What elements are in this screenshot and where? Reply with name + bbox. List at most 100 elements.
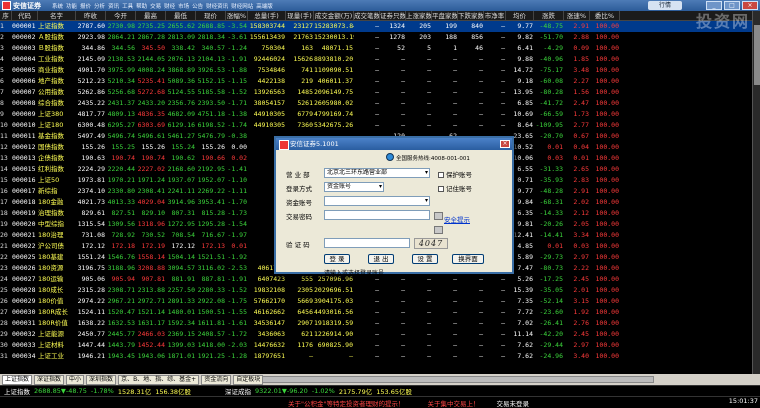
column-header[interactable]: 名字	[38, 11, 76, 20]
board-tab[interactable]: 深圳指数	[86, 374, 117, 385]
table-cell: 172.18	[111, 242, 135, 250]
table-cell: 1937.07	[167, 176, 195, 184]
menu-item[interactable]: 功能	[66, 2, 77, 10]
board-tab[interactable]: 资金流向	[201, 374, 232, 385]
column-header[interactable]: 证券只数	[380, 11, 406, 20]
column-header[interactable]: 涨跌	[534, 11, 564, 20]
login-mode-select[interactable]: 资金账号	[324, 182, 384, 192]
dialog-close-button[interactable]: ×	[500, 140, 510, 148]
login-button[interactable]: 登 录	[324, 254, 350, 264]
table-cell: 2305	[297, 286, 313, 294]
column-header[interactable]: 市净率	[484, 11, 506, 20]
menu-item[interactable]: 高端版	[256, 2, 273, 10]
vertical-scrollbar[interactable]	[752, 11, 760, 374]
table-row[interactable]: 5 000005 商业指数 4901.70 3975.99 4008.24 3868.89 3…	[0, 65, 752, 76]
table-row[interactable]: 31 000034 上证工业 1946.21 1943.45 1943.06 1871.01…	[0, 351, 752, 362]
soft-keyboard-icon[interactable]	[434, 212, 443, 220]
menu-item[interactable]: 工具	[122, 2, 133, 10]
column-header[interactable]: 序	[0, 11, 12, 20]
table-cell: -20.26	[539, 220, 563, 228]
table-cell: 000012	[12, 143, 36, 151]
menu-item[interactable]: 系统	[52, 2, 63, 10]
column-header[interactable]: 涨幅%	[226, 11, 248, 20]
table-row[interactable]: 1 000001 上证指数 2787.60 2730.98 2735.25 2655.62 2…	[0, 21, 752, 32]
table-cell: 1.92	[573, 308, 589, 316]
menu-item[interactable]: 公告	[192, 2, 203, 10]
table-cell: 1480.01	[167, 308, 195, 316]
column-header[interactable]: 今开	[106, 11, 136, 20]
menu-item[interactable]: 报价	[80, 2, 91, 10]
menu-item[interactable]: 财经	[164, 2, 175, 10]
board-tab[interactable]: 京、B、地、指、综、基金+	[118, 374, 200, 385]
menu-item[interactable]: 帮助	[136, 2, 147, 10]
branch-select[interactable]: 北京北三环东路营业部	[324, 168, 430, 178]
table-row[interactable]: 4 000004 工业指数 2145.09 2138.53 2144.05 2076.13 2…	[0, 54, 752, 65]
table-row[interactable]: 6 000006 地产指数 5212.23 5210.34 5235.41 5089.36 5…	[0, 76, 752, 87]
table-cell: 2445.77	[107, 330, 135, 338]
table-row[interactable]: 25 000028 180成长 2315.28 2308.71 2313.88 2257.5…	[0, 285, 752, 296]
table-row[interactable]: 26 000029 180价值 2974.22 2967.21 2972.71 2891.3…	[0, 296, 752, 307]
menu-item[interactable]: 财经网站	[231, 2, 253, 10]
table-cell: -1.73	[227, 209, 247, 217]
column-header[interactable]: 最高	[136, 11, 166, 20]
table-row[interactable]: 7 000007 公用指数 5262.86 5256.68 5272.68 5124.55 5…	[0, 87, 752, 98]
table-row[interactable]: 27 000030 180R成长 1524.11 1520.47 1521.14 1480.…	[0, 307, 752, 318]
menu-item[interactable]: 交易	[150, 2, 161, 10]
column-header[interactable]: 总量(手)	[248, 11, 286, 20]
column-header[interactable]: 代码	[12, 11, 38, 20]
table-row[interactable]: 3 000003 Ｂ股指数 344.86 344.56 345.50 338.42 340.5…	[0, 43, 752, 54]
exit-button[interactable]: 退 出	[368, 254, 394, 264]
table-cell: -52.14	[539, 297, 563, 305]
news-ticker-2[interactable]: 关于集中交易上！	[424, 398, 479, 408]
table-cell: —	[427, 275, 431, 283]
board-tab[interactable]: 深证指数	[34, 374, 65, 385]
column-header[interactable]: 均价	[506, 11, 534, 20]
table-cell: 0.09	[573, 44, 589, 52]
news-ticker[interactable]: 关于"公积金"等特定投资者理财的提示！	[285, 398, 404, 408]
table-row[interactable]: 28 000031 180R价值 1638.22 1632.53 1631.17 1592.…	[0, 318, 752, 329]
account-input[interactable]	[324, 196, 430, 206]
board-tab[interactable]: 中小	[66, 374, 85, 385]
column-header[interactable]: 委比%	[590, 11, 620, 20]
table-row[interactable]: 9 000009 上证380 4817.77 4809.13 4836.35 4682.09…	[0, 109, 752, 120]
switch-ui-button[interactable]: 换界面	[452, 254, 484, 264]
column-header[interactable]: 最低	[166, 11, 196, 20]
security-tips-link[interactable]: 安全提示	[444, 214, 470, 224]
table-row[interactable]: 30 000033 上证材料 1447.44 1443.79 1452.44 1399.03…	[0, 340, 752, 351]
settings-button[interactable]: 设 置	[412, 254, 438, 264]
table-cell: 38054157	[253, 99, 285, 107]
menu-item[interactable]: 财经资讯	[206, 2, 228, 10]
table-row[interactable]: 10 000010 上证180 6300.48 6295.27 6303.69 6129.1…	[0, 120, 752, 131]
table-cell: —	[401, 341, 405, 349]
menu-item[interactable]: 市场	[178, 2, 189, 10]
scrollbar-thumb[interactable]	[754, 25, 760, 85]
column-header[interactable]: 现量(手)	[286, 11, 314, 20]
board-tab[interactable]: 自定板块	[233, 374, 264, 385]
table-row[interactable]: 8 000008 综合指数 2435.22 2431.37 2433.20 2356.76 2…	[0, 98, 752, 109]
keyboard-icon-2[interactable]	[434, 226, 443, 234]
captcha-image[interactable]: 4047	[414, 238, 448, 249]
captcha-input[interactable]	[324, 238, 410, 248]
column-header[interactable]: 涨速%	[564, 11, 590, 20]
column-header[interactable]: 现价	[196, 11, 226, 20]
column-header[interactable]: 成交金额(万)	[314, 11, 354, 20]
table-cell: 22	[0, 253, 8, 261]
table-row[interactable]: 29 000032 上证能源 2450.77 2445.77 2466.03 2369.15…	[0, 329, 752, 340]
table-cell: 000005	[12, 66, 36, 74]
board-tab[interactable]: 上证指数	[2, 374, 33, 385]
password-input[interactable]	[324, 210, 430, 220]
menu-item[interactable]: 分析	[94, 2, 105, 10]
column-header[interactable]: 平盘家数	[432, 11, 458, 20]
column-header[interactable]: 成交笔数	[354, 11, 380, 20]
remember-account-checkbox[interactable]: 记住账号	[438, 183, 472, 193]
table-header: 序代码 名字 昨收 今开 最高 最低 现价 涨幅% 总量(手) 现量(手) 成交金额(万) 成交笔数证…	[0, 11, 752, 21]
column-header[interactable]: 下跌家数	[458, 11, 484, 20]
column-header[interactable]: 昨收	[76, 11, 106, 20]
menu-item[interactable]: 资讯	[108, 2, 119, 10]
table-cell: 840	[471, 22, 483, 30]
horizontal-scrollbar[interactable]	[262, 376, 654, 383]
protect-account-checkbox[interactable]: 保护账号	[438, 169, 472, 179]
table-row[interactable]: 2 000002 Ａ股指数 2923.98 2864.21 2867.28 2813.09 2…	[0, 32, 752, 43]
column-header[interactable]: 上涨家数	[406, 11, 432, 20]
trade-mode-button[interactable]: 行情	[648, 1, 682, 10]
